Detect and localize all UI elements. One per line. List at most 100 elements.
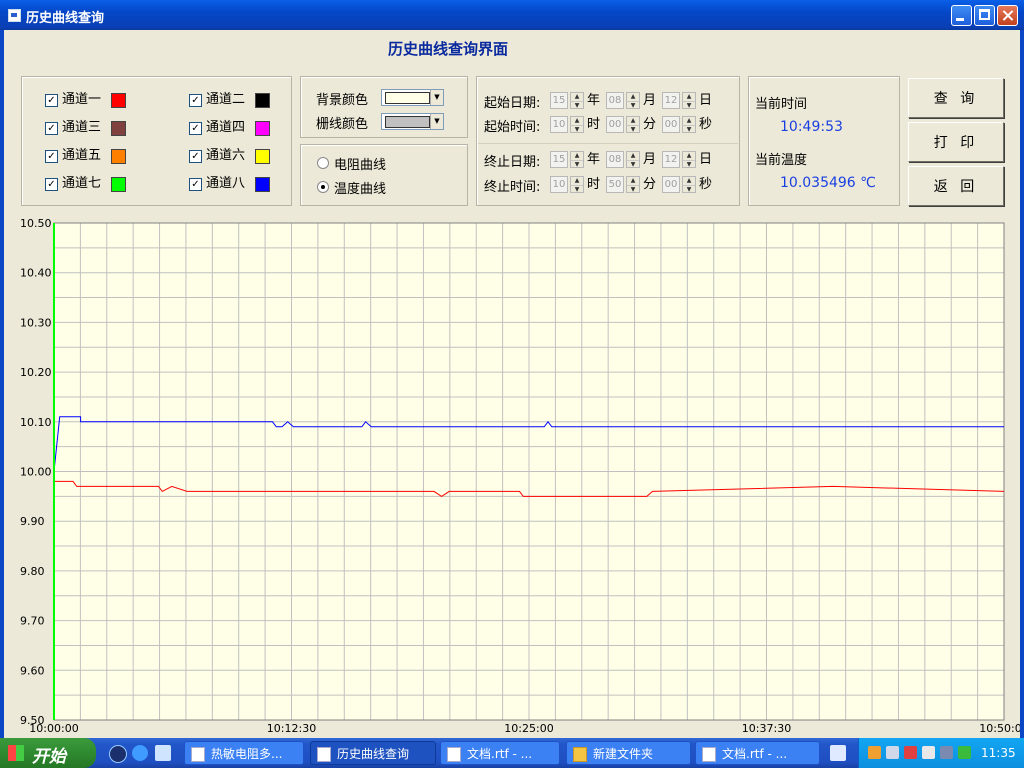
end-minute-spinner[interactable]	[626, 176, 640, 193]
task-new-folder[interactable]: 新建文件夹	[566, 741, 691, 765]
resistance-radio[interactable]	[317, 157, 329, 169]
start-day-spinner[interactable]	[682, 92, 696, 109]
checkbox-icon[interactable]: ✓	[189, 150, 202, 163]
start-hour-field[interactable]: 10	[550, 116, 568, 133]
year-unit: 年	[587, 152, 601, 167]
x-tick-label: 10:50:00	[979, 722, 1020, 735]
start-minute-spinner[interactable]	[626, 116, 640, 133]
end-day-field[interactable]: 12	[662, 151, 680, 168]
explorer-icon[interactable]	[155, 745, 171, 761]
end-hour-field[interactable]: 10	[550, 176, 568, 193]
datetime-group: 起始日期: 15 年 08 月 12 日 起始时间: 10 时 00 分 00 秒 终止日期…	[476, 76, 740, 206]
start-button[interactable]: 开始	[0, 738, 96, 768]
start-second-spinner[interactable]	[682, 116, 696, 133]
hour-unit: 时	[587, 177, 601, 192]
minute-unit: 分	[643, 177, 657, 192]
channel-color-swatch	[111, 121, 126, 136]
print-button[interactable]: 打 印	[908, 122, 1004, 162]
page-title: 历史曲线查询界面	[388, 40, 509, 58]
end-year-field[interactable]: 15	[550, 151, 568, 168]
end-day-spinner[interactable]	[682, 151, 696, 168]
end-second-field[interactable]: 00	[662, 176, 680, 193]
start-month-spinner[interactable]	[626, 92, 640, 109]
window-frame-right	[1020, 30, 1024, 738]
checkbox-icon[interactable]: ✓	[189, 122, 202, 135]
start-hour-spinner[interactable]	[570, 116, 584, 133]
minimize-button[interactable]	[951, 5, 972, 26]
y-tick-label: 10.30	[20, 316, 52, 329]
usb-icon[interactable]	[886, 746, 899, 759]
temperature-label[interactable]: 温度曲线	[334, 178, 386, 197]
end-month-spinner[interactable]	[626, 151, 640, 168]
document-icon	[702, 747, 716, 762]
printer-icon[interactable]	[922, 746, 935, 759]
second-unit: 秒	[699, 117, 713, 132]
y-tick-label: 9.90	[20, 515, 45, 528]
y-tick-label: 9.70	[20, 615, 45, 628]
channel-color-swatch	[255, 121, 270, 136]
channel-label: 通道七	[62, 176, 102, 191]
checkbox-icon[interactable]: ✓	[45, 178, 58, 191]
end-time-label: 终止时间:	[484, 180, 541, 195]
media-player-icon[interactable]	[109, 745, 127, 763]
end-year-spinner[interactable]	[570, 151, 584, 168]
y-tick-label: 10.40	[20, 267, 52, 280]
bg-color-select[interactable]: ▼	[381, 89, 444, 106]
channel-label: 通道三	[62, 120, 102, 135]
app-icon	[8, 9, 21, 22]
bg-color-sample	[385, 92, 430, 104]
end-hour-spinner[interactable]	[570, 176, 584, 193]
current-time-value: 10:49:53	[780, 119, 843, 135]
grid-color-label: 栅线颜色	[316, 117, 369, 132]
channel-color-swatch	[111, 149, 126, 164]
query-button[interactable]: 查 询	[908, 78, 1004, 118]
start-year-spinner[interactable]	[570, 92, 584, 109]
task-doc-1[interactable]: 文档.rtf - ...	[440, 741, 560, 765]
second-unit: 秒	[699, 177, 713, 192]
status-group: 当前时间 10:49:53 当前温度 10.035496 ℃	[748, 76, 900, 206]
volume-icon[interactable]	[940, 746, 953, 759]
end-second-spinner[interactable]	[682, 176, 696, 193]
internet-explorer-icon[interactable]	[132, 745, 148, 761]
end-minute-field[interactable]: 50	[606, 176, 624, 193]
resistance-label[interactable]: 电阻曲线	[334, 154, 386, 173]
end-month-field[interactable]: 08	[606, 151, 624, 168]
checkbox-icon[interactable]: ✓	[45, 150, 58, 163]
checkbox-icon[interactable]: ✓	[45, 94, 58, 107]
checkbox-icon[interactable]: ✓	[189, 94, 202, 107]
keyboard-icon[interactable]	[830, 745, 846, 761]
start-second-field[interactable]: 00	[662, 116, 680, 133]
dropdown-arrow-icon[interactable]: ▼	[430, 114, 443, 129]
security-icon[interactable]	[904, 746, 917, 759]
x-tick-label: 10:12:30	[267, 722, 316, 735]
y-tick-label: 10.20	[20, 366, 52, 379]
day-unit: 日	[699, 93, 713, 108]
temperature-radio[interactable]	[317, 181, 329, 193]
folder-icon	[573, 747, 587, 762]
channel-color-swatch	[255, 93, 270, 108]
taskbar: 开始 热敏电阻多... 历史曲线查询 文档.rtf - ... 新建文件夹 文档…	[0, 738, 1024, 768]
network-icon[interactable]	[868, 746, 881, 759]
minute-unit: 分	[643, 117, 657, 132]
checkbox-icon[interactable]: ✓	[45, 122, 58, 135]
y-tick-label: 10.10	[20, 416, 52, 429]
dropdown-arrow-icon[interactable]: ▼	[430, 90, 443, 105]
start-month-field[interactable]: 08	[606, 92, 624, 109]
task-thermistor[interactable]: 热敏电阻多...	[184, 741, 304, 765]
start-minute-field[interactable]: 00	[606, 116, 624, 133]
month-unit: 月	[643, 93, 657, 108]
x-tick-label: 10:00:00	[29, 722, 78, 735]
history-chart: 10.50 10.40 10.30 10.20 10.10 10.00 9.90 9.80 9.…	[20, 217, 1020, 735]
start-day-field[interactable]: 12	[662, 92, 680, 109]
document-icon	[447, 747, 461, 762]
task-doc-2[interactable]: 文档.rtf - ...	[695, 741, 820, 765]
checkbox-icon[interactable]: ✓	[189, 178, 202, 191]
close-button[interactable]	[997, 5, 1018, 26]
start-year-field[interactable]: 15	[550, 92, 568, 109]
antivirus-icon[interactable]	[958, 746, 971, 759]
maximize-button[interactable]	[974, 5, 995, 26]
title-bar[interactable]: 历史曲线查询	[0, 0, 1024, 30]
back-button[interactable]: 返 回	[908, 166, 1004, 206]
task-history-curve[interactable]: 历史曲线查询	[310, 741, 436, 765]
grid-color-select[interactable]: ▼	[381, 113, 444, 130]
